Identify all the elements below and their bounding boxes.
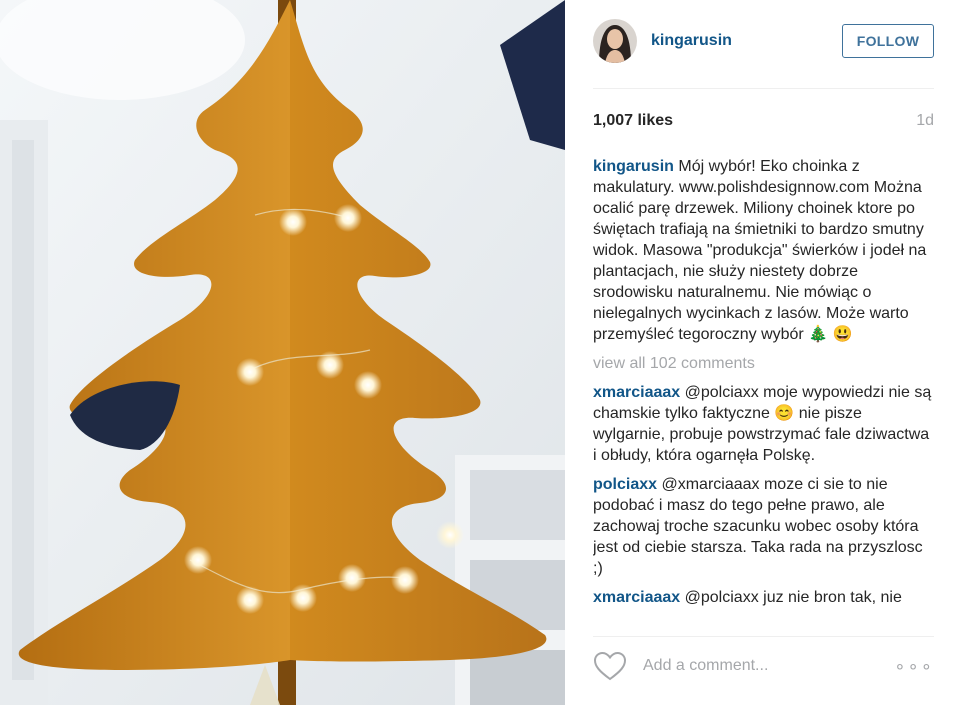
post-header: kingarusin FOLLOW <box>593 16 934 66</box>
add-comment-input[interactable] <box>641 656 895 676</box>
post-details-panel: kingarusin FOLLOW 1,007 likes 1d kingaru… <box>565 0 960 705</box>
footer-divider <box>593 636 934 637</box>
comment-text: @polciaxx juz nie bron tak, nie <box>684 589 902 606</box>
caption-text: Mój wybór! Eko choinka z makulatury. www… <box>593 158 927 343</box>
comment-bar: ∘∘∘ <box>593 646 934 686</box>
cardboard-tree-photo <box>0 0 565 705</box>
comment-username[interactable]: polciaxx <box>593 476 657 493</box>
list-item: xmarciaaax @polciaxx juz nie bron tak, n… <box>593 587 934 608</box>
post-age[interactable]: 1d <box>916 112 934 130</box>
follow-button[interactable]: FOLLOW <box>842 24 934 58</box>
post-view: kingarusin FOLLOW 1,007 likes 1d kingaru… <box>0 0 960 705</box>
caption-username[interactable]: kingarusin <box>593 158 674 175</box>
username[interactable]: kingarusin <box>651 32 842 50</box>
post-photo[interactable] <box>0 0 565 705</box>
comment-username[interactable]: xmarciaaax <box>593 384 680 401</box>
list-item: polciaxx @xmarciaaax moze ci sie to nie … <box>593 474 934 579</box>
comment-fade <box>593 608 934 630</box>
likes-count[interactable]: 1,007 likes <box>593 112 673 130</box>
avatar[interactable] <box>593 19 637 63</box>
caption: kingarusin Mój wybór! Eko choinka z maku… <box>593 156 934 345</box>
heart-icon[interactable] <box>593 651 627 681</box>
view-all-comments-link[interactable]: view all 102 comments <box>593 353 934 374</box>
comment-username[interactable]: xmarciaaax <box>593 589 680 606</box>
list-item: xmarciaaax @polciaxx moje wypowiedzi nie… <box>593 382 934 466</box>
likes-row: 1,007 likes 1d <box>593 112 934 130</box>
avatar-image <box>593 19 637 63</box>
comment-list[interactable]: kingarusin Mój wybór! Eko choinka z maku… <box>593 156 934 628</box>
more-options-icon[interactable]: ∘∘∘ <box>894 656 934 677</box>
header-divider <box>593 88 934 89</box>
